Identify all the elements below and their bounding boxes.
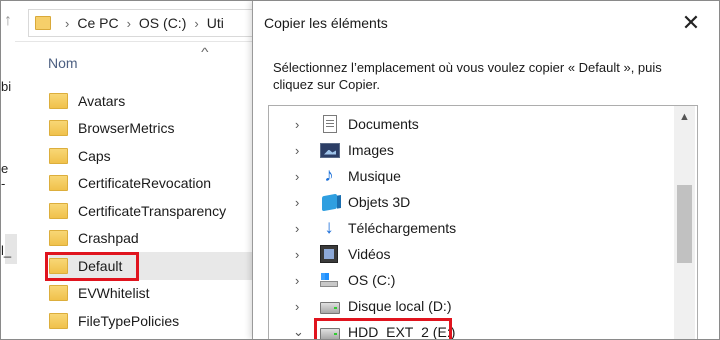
downloads-icon: ↓ xyxy=(324,217,334,238)
copy-items-dialog: Copier les éléments ✕ Sélectionnez l’emp… xyxy=(252,1,719,339)
documents-icon xyxy=(323,115,337,133)
folder-icon xyxy=(35,16,51,30)
breadcrumb-item[interactable]: Uti xyxy=(207,15,224,31)
os-drive-icon xyxy=(320,273,338,287)
file-name: CertificateTransparency xyxy=(78,202,227,219)
drive-icon xyxy=(320,302,340,314)
file-name: FileTypePolicies xyxy=(78,312,180,329)
dialog-message: Sélectionnez l’emplacement où vous voule… xyxy=(273,60,662,92)
column-header-name[interactable]: Nom xyxy=(48,55,78,71)
tree-item-label: Disque local (D:) xyxy=(348,298,452,314)
folder-icon xyxy=(49,147,68,164)
up-arrow-icon[interactable]: ↑ xyxy=(4,12,12,30)
chevron-right-icon[interactable]: › xyxy=(295,273,299,288)
videos-icon xyxy=(320,245,338,263)
tree-item-videos[interactable]: › Vidéos xyxy=(269,241,669,267)
tree-item-local-disk-d[interactable]: › Disque local (D:) xyxy=(269,293,669,319)
tree-item-os-drive[interactable]: › OS (C:) xyxy=(269,267,669,293)
tree-item-label: Musique xyxy=(348,168,401,184)
scrollbar-thumb[interactable] xyxy=(677,185,692,263)
highlight-box-hdd-ext-2 xyxy=(314,318,452,339)
address-bar[interactable]: › Ce PC › OS (C:) › Uti xyxy=(28,9,270,37)
breadcrumb-item[interactable]: OS (C:) xyxy=(139,15,186,31)
tree-item-label: Téléchargements xyxy=(348,220,457,236)
folder-icon xyxy=(49,312,68,329)
tree-item-objects-3d[interactable]: › Objets 3D xyxy=(269,189,669,215)
sort-ascending-icon: ^ xyxy=(201,45,209,59)
folder-icon xyxy=(49,92,68,109)
folder-icon xyxy=(49,120,68,137)
file-name: Crashpad xyxy=(78,230,139,247)
chevron-right-icon: › xyxy=(65,15,70,31)
images-icon xyxy=(320,142,340,158)
objects-3d-icon xyxy=(322,193,337,211)
folder-icon xyxy=(49,202,68,219)
tree-item-label: Images xyxy=(348,142,394,158)
tree-item-label: OS (C:) xyxy=(348,272,396,288)
tree-item-documents[interactable]: › Documents xyxy=(269,111,669,137)
chevron-right-icon[interactable]: › xyxy=(295,247,299,262)
chevron-right-icon[interactable]: › xyxy=(295,117,299,132)
tree-item-images[interactable]: › Images xyxy=(269,137,669,163)
chevron-right-icon[interactable]: › xyxy=(295,169,299,184)
chevron-right-icon[interactable]: › xyxy=(295,195,299,210)
tree-item-label: Vidéos xyxy=(348,246,391,262)
file-name: Caps xyxy=(78,147,111,164)
tree-item-label: Objets 3D xyxy=(348,194,411,210)
file-name: EVWhitelist xyxy=(78,285,150,302)
chevron-right-icon[interactable]: › xyxy=(295,299,299,314)
highlight-box-default xyxy=(45,252,139,281)
scroll-up-icon[interactable]: ▲ xyxy=(674,106,695,124)
file-name: BrowserMetrics xyxy=(78,120,175,137)
chevron-right-icon: › xyxy=(194,15,199,31)
folder-tree[interactable]: › Documents › Images › ♪ Musique › Objet… xyxy=(268,105,698,339)
dialog-titlebar: Copier les éléments ✕ xyxy=(253,1,719,45)
tree-item-label: Documents xyxy=(348,116,419,132)
chevron-down-icon[interactable]: ⌄ xyxy=(293,324,304,339)
music-icon: ♪ xyxy=(324,165,334,186)
nav-fragment: e - xyxy=(1,161,9,191)
file-name: CertificateRevocation xyxy=(78,175,212,192)
close-icon[interactable]: ✕ xyxy=(676,9,706,37)
nav-fragment: l_ xyxy=(1,243,12,258)
chevron-right-icon: › xyxy=(126,15,131,31)
navigation-pane-edge: bi e - l_ xyxy=(1,41,17,339)
nav-fragment: bi xyxy=(1,79,12,94)
screenshot-frame: ↑ › Ce PC › OS (C:) › Uti bi e - l_ ^ No… xyxy=(0,0,720,340)
chevron-right-icon[interactable]: › xyxy=(295,143,299,158)
folder-icon xyxy=(49,230,68,247)
folder-icon xyxy=(49,175,68,192)
breadcrumb-item[interactable]: Ce PC xyxy=(77,15,118,31)
folder-icon xyxy=(49,285,68,302)
file-name: Avatars xyxy=(78,92,126,109)
tree-item-downloads[interactable]: › ↓ Téléchargements xyxy=(269,215,669,241)
chevron-right-icon[interactable]: › xyxy=(295,221,299,236)
tree-item-music[interactable]: › ♪ Musique xyxy=(269,163,669,189)
vertical-scrollbar[interactable]: ▲ xyxy=(674,106,695,339)
dialog-title: Copier les éléments xyxy=(264,15,388,31)
